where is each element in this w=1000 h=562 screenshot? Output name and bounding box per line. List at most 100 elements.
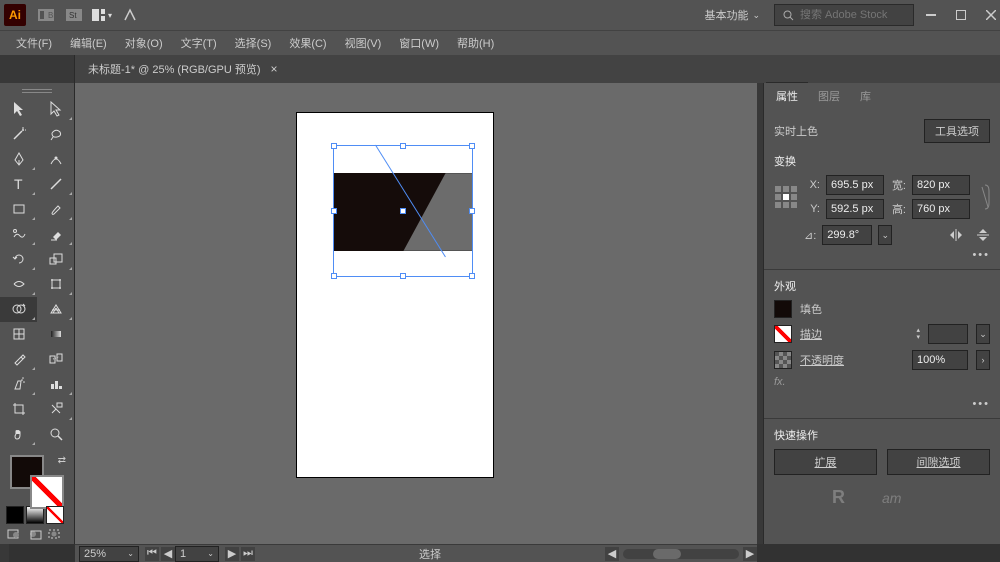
menu-object[interactable]: 对象(O)	[117, 32, 171, 54]
scroll-right-button[interactable]: ▶	[743, 547, 757, 561]
gradient-tool[interactable]	[37, 322, 74, 347]
scroll-left-button[interactable]: ◀	[605, 547, 619, 561]
perspective-grid-tool[interactable]	[37, 297, 74, 322]
angle-input[interactable]	[822, 225, 872, 245]
menu-file[interactable]: 文件(F)	[8, 32, 60, 54]
menu-effect[interactable]: 效果(C)	[281, 32, 334, 54]
y-input[interactable]	[826, 199, 884, 219]
appearance-more[interactable]: •••	[774, 394, 990, 414]
horizontal-scrollbar[interactable]	[623, 549, 739, 559]
document-tab[interactable]: 未标题-1* @ 25% (RGB/GPU 预览) ×	[80, 57, 286, 81]
fx-label[interactable]: fx.	[774, 376, 990, 388]
fill-swatch-small[interactable]	[774, 300, 792, 318]
menu-edit[interactable]: 编辑(E)	[62, 32, 115, 54]
direct-selection-tool[interactable]	[37, 97, 74, 122]
handle-se[interactable]	[469, 273, 475, 279]
stroke-swatch[interactable]	[30, 475, 64, 509]
arrange-docs-icon[interactable]: ▾	[92, 5, 112, 25]
width-input[interactable]	[912, 175, 970, 195]
minimize-button[interactable]	[926, 10, 936, 20]
stroke-swatch-small[interactable]	[774, 325, 792, 343]
angle-dropdown[interactable]: ⌄	[878, 225, 892, 245]
handle-n[interactable]	[400, 143, 406, 149]
blend-tool[interactable]	[37, 347, 74, 372]
close-button[interactable]	[986, 10, 996, 20]
handle-e[interactable]	[469, 208, 475, 214]
type-tool[interactable]: T	[0, 172, 37, 197]
zoom-tool[interactable]	[37, 422, 74, 447]
menu-type[interactable]: 文字(T)	[173, 32, 225, 54]
flip-vertical-icon[interactable]	[976, 227, 990, 243]
artboard-tool[interactable]	[0, 397, 37, 422]
draw-normal[interactable]	[6, 528, 24, 542]
expand-button[interactable]: 扩展	[774, 449, 877, 475]
stroke-weight-input[interactable]	[928, 324, 968, 344]
opacity-label[interactable]: 不透明度	[800, 352, 844, 368]
maximize-button[interactable]	[956, 10, 966, 20]
rotate-tool[interactable]	[0, 247, 37, 272]
menu-help[interactable]: 帮助(H)	[449, 32, 502, 54]
eraser-tool[interactable]	[37, 222, 74, 247]
reference-point-selector[interactable]	[774, 185, 798, 209]
stock-icon[interactable]: St	[64, 5, 84, 25]
handle-sw[interactable]	[331, 273, 337, 279]
mesh-tool[interactable]	[0, 322, 37, 347]
magic-wand-tool[interactable]	[0, 122, 37, 147]
slice-tool[interactable]	[37, 397, 74, 422]
draw-inside[interactable]	[46, 528, 64, 542]
opacity-dropdown[interactable]: ›	[976, 350, 990, 370]
tool-options-button[interactable]: 工具选项	[924, 119, 990, 143]
transform-more[interactable]: •••	[774, 245, 990, 265]
tab-layers[interactable]: 图层	[808, 83, 850, 109]
swap-fill-stroke-icon[interactable]: ⇄	[58, 455, 66, 466]
shaper-tool[interactable]	[0, 222, 37, 247]
workspace-switcher[interactable]: 基本功能 ⌄	[696, 5, 768, 25]
scrollbar-thumb[interactable]	[653, 549, 681, 559]
lasso-tool[interactable]	[37, 122, 74, 147]
zoom-selector[interactable]: 25% ⌄	[79, 546, 139, 562]
gpu-icon[interactable]	[120, 5, 140, 25]
search-box[interactable]	[774, 4, 914, 26]
prev-artboard-button[interactable]: ◀	[161, 547, 175, 561]
pen-tool[interactable]	[0, 147, 37, 172]
last-artboard-button[interactable]: ⏭	[241, 547, 255, 561]
handle-ne[interactable]	[469, 143, 475, 149]
handle-w[interactable]	[331, 208, 337, 214]
selection-tool[interactable]	[0, 97, 37, 122]
canvas[interactable]	[75, 83, 757, 544]
x-input[interactable]	[826, 175, 884, 195]
scale-tool[interactable]	[37, 247, 74, 272]
next-artboard-button[interactable]: ▶	[225, 547, 239, 561]
fill-stroke-swatch[interactable]: ⇄	[6, 453, 68, 504]
color-mode-solid[interactable]	[6, 506, 24, 524]
color-mode-none[interactable]	[46, 506, 64, 524]
selection-bounding-box[interactable]	[333, 145, 473, 277]
symbol-sprayer-tool[interactable]	[0, 372, 37, 397]
hand-tool[interactable]	[0, 422, 37, 447]
stroke-label[interactable]: 描边	[800, 326, 822, 342]
shape-builder-tool[interactable]	[0, 297, 37, 322]
free-transform-tool[interactable]	[37, 272, 74, 297]
opacity-swatch[interactable]	[774, 351, 792, 369]
menu-window[interactable]: 窗口(W)	[391, 32, 447, 54]
close-icon[interactable]: ×	[271, 62, 278, 76]
handle-nw[interactable]	[331, 143, 337, 149]
opacity-input[interactable]: 100%	[912, 350, 968, 370]
line-segment-tool[interactable]	[37, 172, 74, 197]
tab-libraries[interactable]: 库	[850, 83, 881, 109]
handle-center[interactable]	[400, 208, 406, 214]
menu-view[interactable]: 视图(V)	[337, 32, 390, 54]
draw-behind[interactable]	[26, 528, 44, 542]
curvature-tool[interactable]	[37, 147, 74, 172]
tab-properties[interactable]: 属性	[766, 82, 808, 109]
first-artboard-button[interactable]: ⏮	[145, 547, 159, 561]
flip-horizontal-icon[interactable]	[948, 228, 964, 242]
menu-select[interactable]: 选择(S)	[227, 32, 280, 54]
column-graph-tool[interactable]	[37, 372, 74, 397]
eyedropper-tool[interactable]	[0, 347, 37, 372]
link-wh-icon[interactable]	[980, 183, 990, 211]
bridge-icon[interactable]: Br	[36, 5, 56, 25]
panel-grip[interactable]	[22, 89, 52, 93]
stroke-weight-stepper[interactable]: ▴▾	[916, 327, 920, 341]
rectangle-tool[interactable]	[0, 197, 37, 222]
